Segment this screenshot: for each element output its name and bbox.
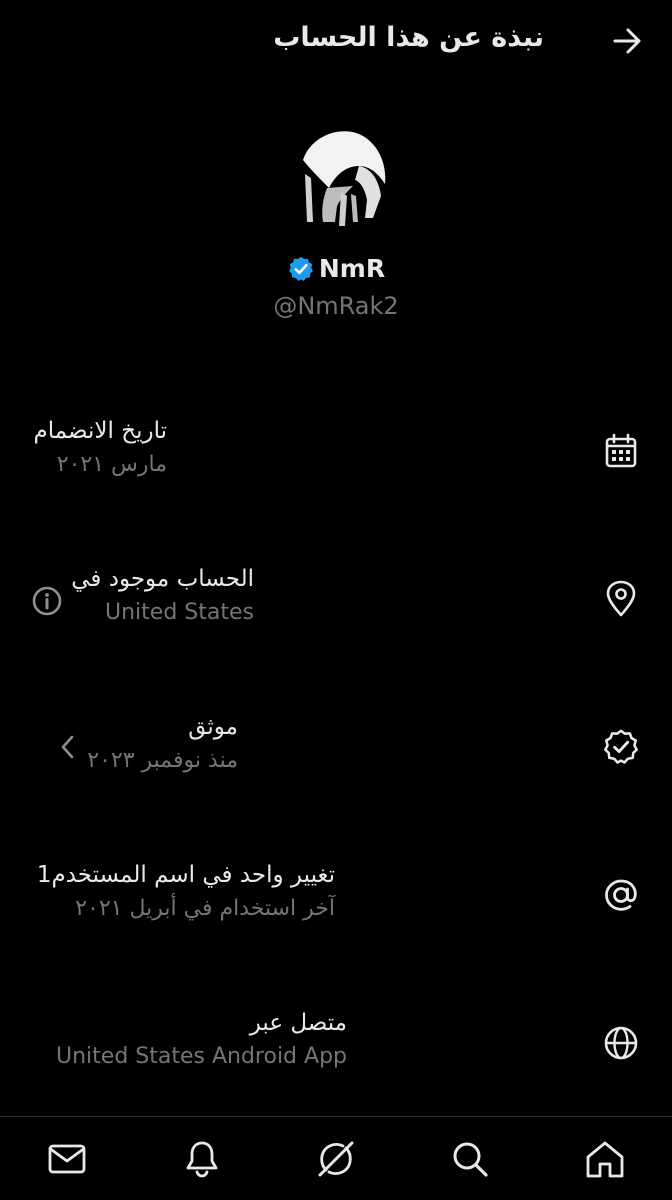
- row-value: آخر استخدام في أبريل ٢٠٢١: [75, 896, 335, 921]
- tab-grok[interactable]: [314, 1137, 358, 1181]
- back-button[interactable]: [610, 24, 644, 58]
- globe-icon: [600, 1022, 642, 1064]
- row-value: مارس ٢٠٢١: [56, 452, 167, 477]
- row-value: United States: [105, 600, 254, 625]
- grok-icon: [318, 1141, 354, 1177]
- bottom-tab-bar: [0, 1117, 672, 1200]
- mail-icon: [48, 1144, 86, 1174]
- handle: @NmRak2: [273, 292, 399, 320]
- hooded-figure-image: [281, 122, 391, 232]
- display-name: NmR: [318, 254, 386, 283]
- row-joined-date: تاريخ الانضمام مارس ٢٠٢١: [0, 398, 672, 508]
- tab-messages[interactable]: [45, 1137, 89, 1181]
- row-account-location[interactable]: الحساب موجود في United States: [0, 546, 672, 656]
- home-icon: [586, 1141, 624, 1178]
- tab-search[interactable]: [448, 1137, 492, 1181]
- arrow-right-icon: [613, 28, 641, 54]
- row-label: متصل عبر: [249, 1010, 347, 1036]
- row-connected-via: متصل عبر United States Android App: [0, 990, 672, 1100]
- row-value: United States Android App: [56, 1044, 347, 1069]
- page-title: نبذة عن هذا الحساب: [273, 22, 544, 53]
- name-row: NmR: [0, 254, 672, 283]
- verified-badge-icon: [288, 256, 313, 281]
- row-label: تغيير واحد في اسم المستخدم1: [36, 862, 335, 888]
- bell-icon: [186, 1141, 218, 1178]
- at-sign-icon: [600, 874, 642, 916]
- row-label: موثق: [188, 714, 238, 740]
- tab-home[interactable]: [583, 1137, 627, 1181]
- search-icon: [453, 1142, 488, 1177]
- calendar-icon: [600, 430, 642, 472]
- header: نبذة عن هذا الحساب: [0, 0, 672, 84]
- verified-badge-icon: [600, 726, 642, 768]
- row-verified[interactable]: موثق منذ نوفمبر ٢٠٢٣: [0, 694, 672, 804]
- info-icon[interactable]: [30, 584, 64, 618]
- chevron-left-icon[interactable]: [56, 732, 78, 762]
- row-value: منذ نوفمبر ٢٠٢٣: [87, 748, 238, 773]
- tab-notifications[interactable]: [180, 1137, 224, 1181]
- row-label: تاريخ الانضمام: [33, 418, 167, 444]
- row-label: الحساب موجود في: [71, 566, 254, 592]
- avatar: [281, 122, 391, 232]
- row-username-changes: تغيير واحد في اسم المستخدم1 آخر استخدام …: [0, 842, 672, 952]
- location-pin-icon: [600, 578, 642, 620]
